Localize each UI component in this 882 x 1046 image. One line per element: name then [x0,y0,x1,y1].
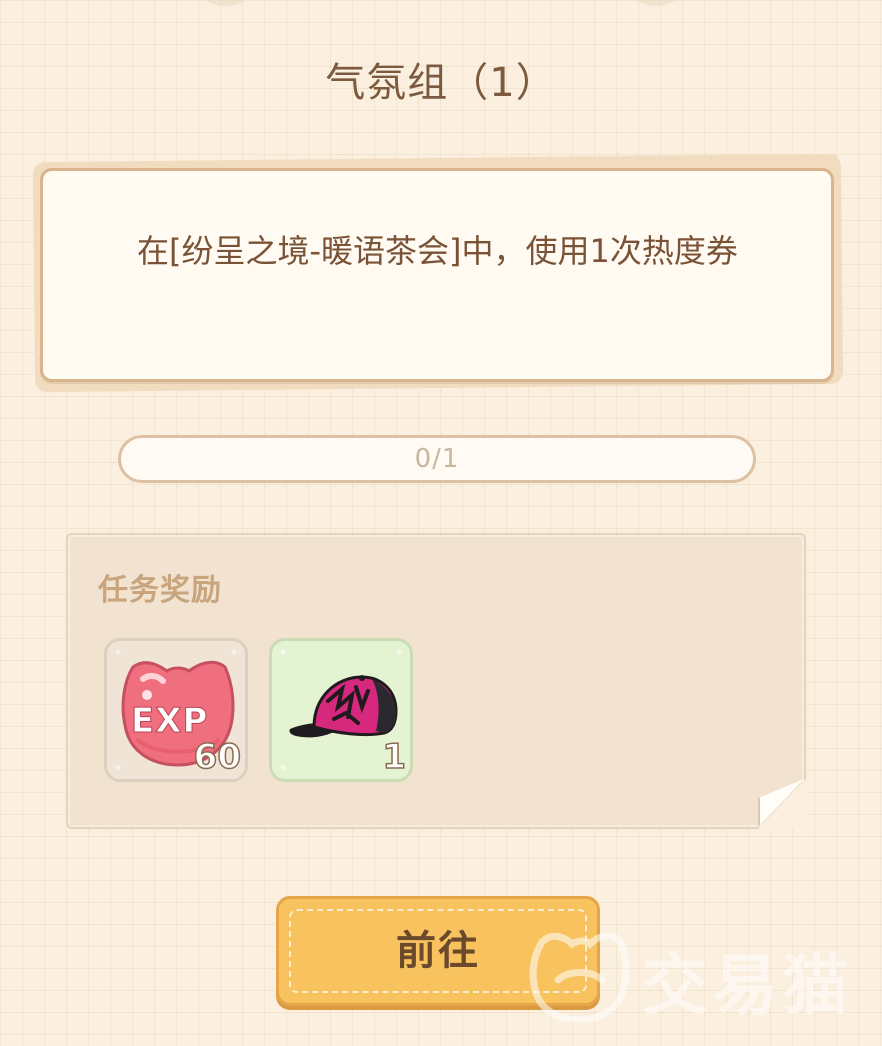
corner-star-icon: ✦ [278,761,289,775]
quest-title: 气氛组（1） [325,60,557,106]
reward-title: 任务奖励 [98,573,222,608]
quest-description-card: 在[纷呈之境-暖语茶会]中，使用1次热度券 [40,168,834,382]
reward-item-cap[interactable]: ✦ ✦ ✦ 1 [269,638,413,782]
cap-icon [289,675,398,738]
reward-panel: 任务奖励 ✦ ✦ ✦ EXP 60 ✦ ✦ ✦ 1 [66,533,806,829]
reward-count: 60 [193,736,242,778]
reward-item-exp[interactable]: ✦ ✦ ✦ EXP 60 [104,638,248,782]
reward-count: 1 [382,736,407,778]
progress-text: 0/1 [414,444,460,474]
top-decoration [636,0,676,6]
corner-star-icon: ✦ [278,645,289,659]
top-decoration [206,0,246,6]
watermark-text: 交易猫 [642,947,852,1024]
quest-progress-bar: 0/1 [118,435,756,483]
watermark: 交易猫 [528,918,868,1030]
exp-label: EXP [130,701,209,742]
cat-logo-icon [529,932,630,1022]
corner-star-icon: ✦ [393,645,404,659]
quest-description: 在[纷呈之境-暖语茶会]中，使用1次热度券 [137,232,738,270]
